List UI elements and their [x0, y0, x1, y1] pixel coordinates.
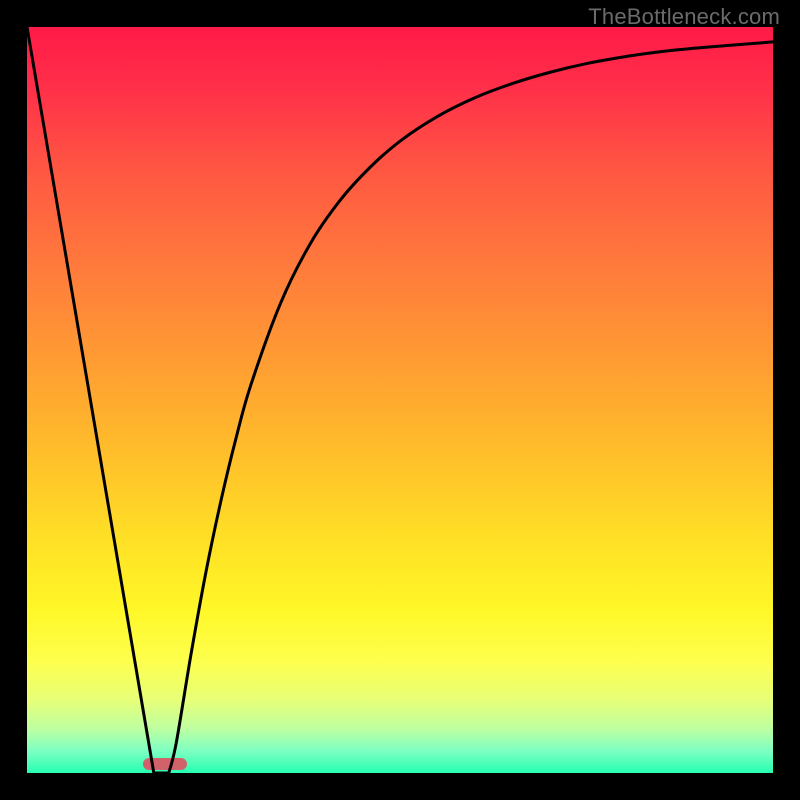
attribution-label: TheBottleneck.com	[588, 4, 780, 30]
chart-frame: TheBottleneck.com	[0, 0, 800, 800]
plot-area	[27, 27, 773, 773]
curve-layer	[27, 27, 773, 773]
bottleneck-curve	[27, 27, 773, 773]
